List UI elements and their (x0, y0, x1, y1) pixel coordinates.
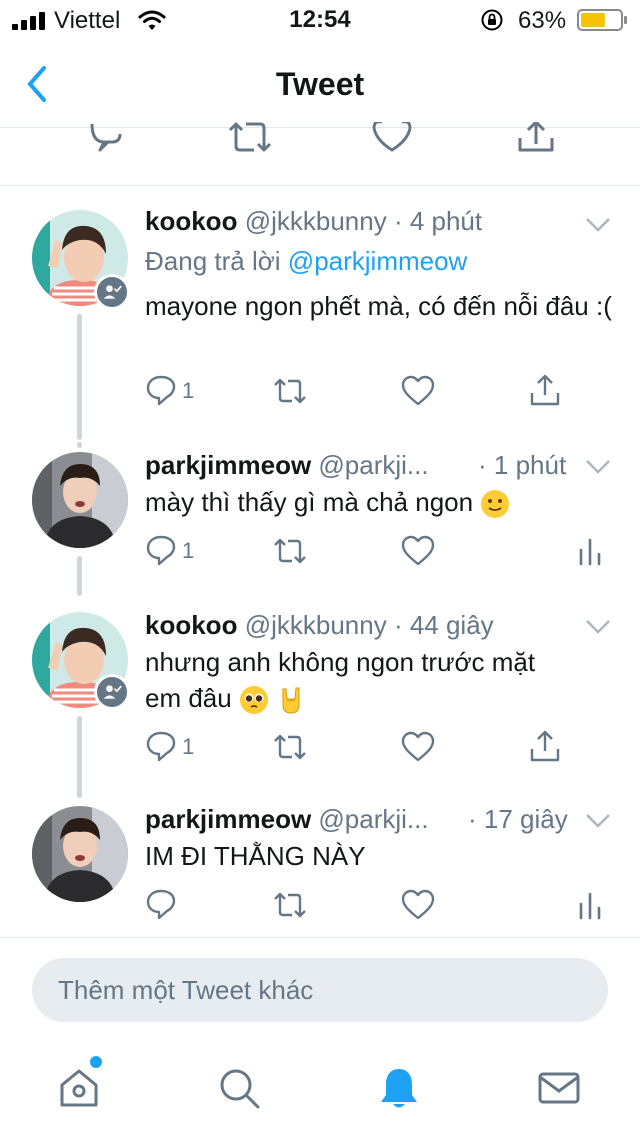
status-bar: Viettel 12:54 63% (0, 0, 640, 40)
tweet-text-content: em đâu (145, 683, 232, 713)
tweet-text-line-2: em đâu (145, 680, 615, 716)
pleading-face-emoji (239, 686, 268, 715)
analytics-icon[interactable] (578, 890, 602, 920)
reply-count: 1 (182, 734, 195, 759)
chevron-down-icon[interactable] (584, 216, 612, 234)
display-name[interactable]: kookoo (145, 610, 237, 640)
handle[interactable]: @parkji... (318, 804, 428, 834)
battery-percent: 63% (518, 7, 567, 34)
add-tweet-placeholder: Thêm một Tweet khác (58, 975, 314, 1005)
messages-icon[interactable] (536, 1065, 582, 1111)
share-icon[interactable] (528, 373, 562, 407)
tweet-text-content: mày thì thấy gì mà chả ngon (145, 487, 474, 517)
battery-icon (577, 9, 627, 31)
thread-line (77, 556, 82, 596)
timestamp: · 4 phút (393, 206, 483, 236)
reply-icon[interactable] (145, 730, 177, 762)
timestamp: · 17 giây (468, 804, 568, 834)
display-name[interactable]: kookoo (145, 206, 237, 236)
like-icon[interactable] (401, 535, 435, 567)
slightly-smiling-face-emoji (481, 490, 510, 519)
tweet[interactable]: kookoo @jkkkbunny · 44 giây nhưng anh kh… (0, 602, 640, 798)
share-icon[interactable] (528, 729, 562, 763)
retweet-icon[interactable] (272, 890, 308, 920)
thread-line (77, 716, 82, 798)
add-tweet-input[interactable]: Thêm một Tweet khác (32, 958, 608, 1022)
like-icon[interactable] (401, 731, 435, 763)
handle[interactable]: @parkji... (318, 450, 428, 480)
rotation-lock-icon (481, 9, 503, 31)
tweet-text: IM ĐI THẰNG NÀY (145, 841, 366, 871)
reply-mention-link[interactable]: @parkjimmeow (288, 246, 468, 276)
reply-count: 1 (182, 538, 195, 563)
timestamp: · 1 phút (478, 450, 567, 480)
tweet[interactable]: parkjimmeow @parkji... · 17 giây IM ĐI T… (0, 798, 640, 937)
tweet-header: kookoo @jkkkbunny · 44 giây (145, 610, 494, 641)
home-icon[interactable] (56, 1065, 102, 1111)
like-icon[interactable] (372, 120, 412, 162)
verified-follow-badge (94, 274, 130, 310)
retweet-icon[interactable] (272, 732, 308, 762)
tweet-header: parkjimmeow @parkji... (145, 450, 429, 481)
verified-follow-badge (94, 674, 130, 710)
reply-icon[interactable] (145, 374, 177, 406)
compose-area: Thêm một Tweet khác (0, 937, 640, 1047)
avatar[interactable] (32, 806, 128, 902)
tweet-text: mayone ngon phết mà, có đến nỗi đâu :( (145, 291, 612, 321)
reply-icon[interactable] (84, 122, 124, 162)
notifications-icon[interactable] (376, 1065, 422, 1111)
display-name[interactable]: parkjimmeow (145, 804, 311, 834)
home-unread-dot (90, 1056, 102, 1068)
chevron-down-icon[interactable] (584, 458, 612, 476)
retweet-icon[interactable] (272, 376, 308, 406)
like-icon[interactable] (401, 375, 435, 407)
reply-prefix: Đang trả lời (145, 246, 281, 276)
handle[interactable]: @jkkkbunny (245, 206, 387, 236)
thread-line (77, 442, 82, 448)
replying-to: Đang trả lời @parkjimmeow (145, 246, 467, 277)
sign-of-the-horns-emoji (282, 687, 300, 714)
timestamp: · 44 giây (393, 610, 494, 640)
previous-tweet-actions (0, 120, 640, 186)
chevron-down-icon[interactable] (584, 618, 612, 636)
tweet-text: mày thì thấy gì mà chả ngon (145, 484, 615, 520)
tweet-header: parkjimmeow @parkji... (145, 804, 429, 835)
like-icon[interactable] (401, 889, 435, 921)
tweet-header: kookoo @jkkkbunny · 4 phút (145, 206, 482, 237)
reply-count: 1 (182, 378, 195, 403)
tweet-text: nhưng anh không ngon trước mặt em đâu (145, 644, 615, 716)
retweet-icon[interactable] (272, 536, 308, 566)
display-name[interactable]: parkjimmeow (145, 450, 311, 480)
search-icon[interactable] (216, 1065, 262, 1111)
tweet[interactable]: parkjimmeow @parkji... · 1 phút mày thì … (0, 442, 640, 602)
tweet[interactable]: kookoo @jkkkbunny · 4 phút Đang trả lời … (0, 186, 640, 442)
page-title: Tweet (275, 66, 365, 102)
reply-icon[interactable] (145, 534, 177, 566)
handle[interactable]: @jkkkbunny (245, 610, 387, 640)
retweet-icon[interactable] (228, 122, 272, 162)
tweet-text-line: nhưng anh không ngon trước mặt (145, 647, 536, 677)
navigation-bar: Tweet (0, 40, 640, 128)
analytics-icon[interactable] (578, 536, 602, 566)
chevron-down-icon[interactable] (584, 812, 612, 830)
share-icon[interactable] (516, 120, 556, 162)
reply-icon[interactable] (145, 888, 177, 920)
thread-line (77, 314, 82, 440)
avatar[interactable] (32, 452, 128, 548)
